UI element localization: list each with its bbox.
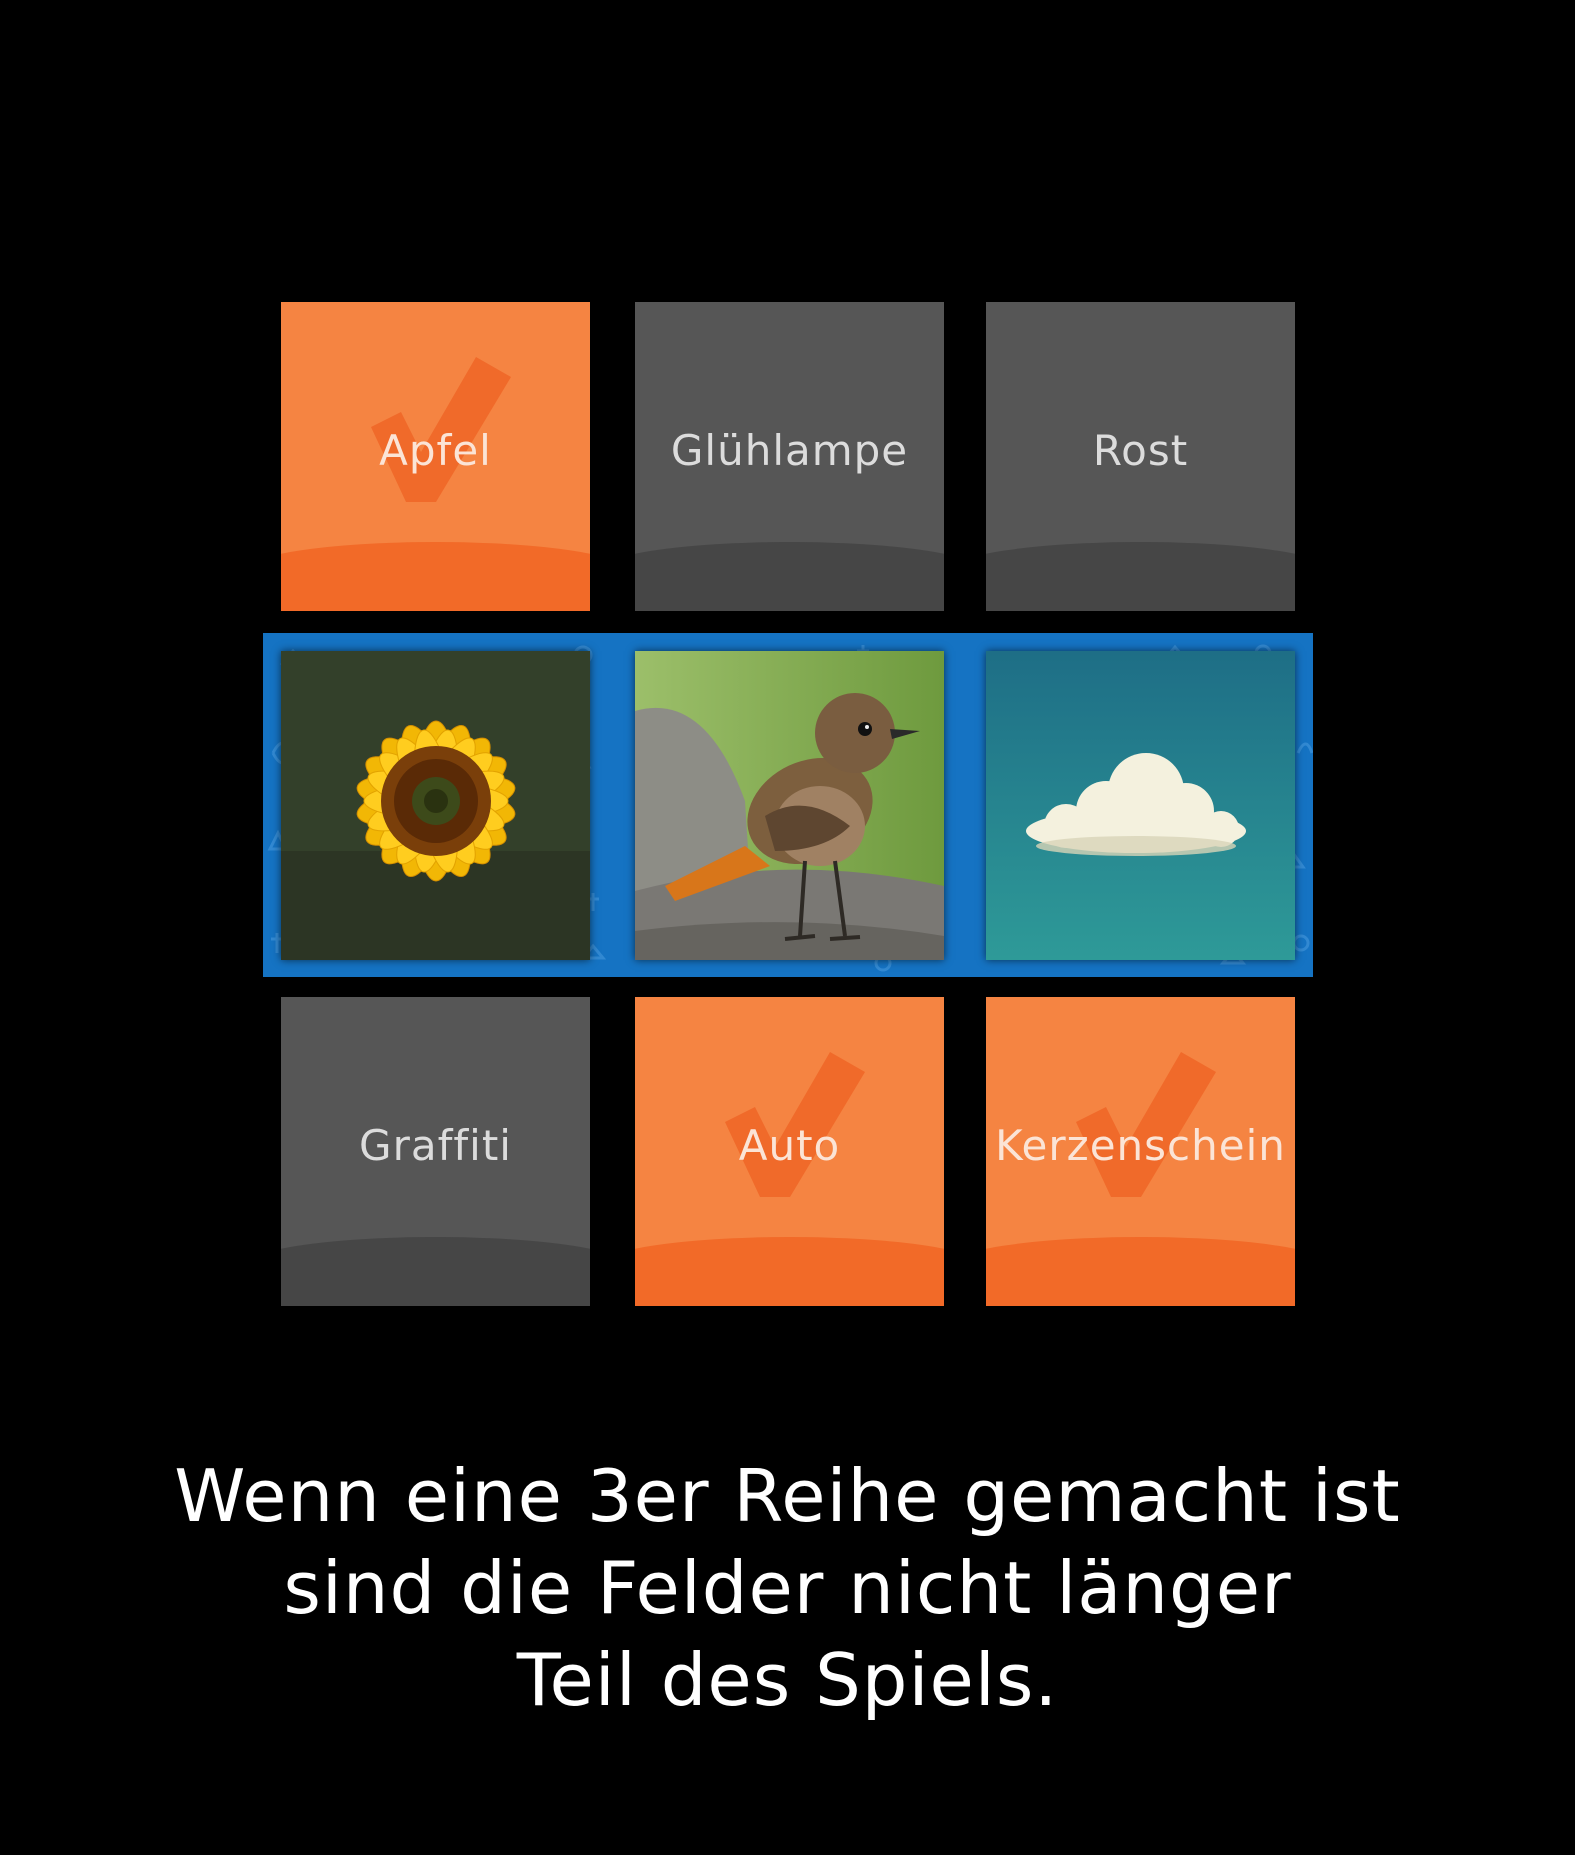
tile-auto[interactable]: Auto [635,997,944,1306]
caption-line-3: Teil des Spiels. [516,1638,1059,1722]
tile-label: Rost [1092,426,1189,475]
instruction-caption: Wenn eine 3er Reihe gemacht ist sind die… [0,1450,1575,1726]
completed-row-strip [263,633,1313,977]
tile-graffiti[interactable]: Graffiti [281,997,590,1306]
tile-gluehlampe[interactable]: Glühlampe [635,302,944,611]
tile-image-bird[interactable] [635,651,944,960]
caption-line-2: sind die Felder nicht länger [283,1546,1292,1630]
cloud-image [986,651,1295,960]
tile-apfel[interactable]: Apfel [281,302,590,611]
bird-image [635,651,944,960]
tile-image-cloud[interactable] [986,651,1295,960]
tile-label: Apfel [379,426,492,475]
tile-rost[interactable]: Rost [986,302,1295,611]
tile-label: Graffiti [359,1121,512,1170]
tile-label: Auto [738,1121,841,1170]
tile-label: Kerzenschein [995,1121,1286,1170]
tile-label: Glühlampe [670,426,909,475]
tile-kerzenschein[interactable]: Kerzenschein [986,997,1295,1306]
sunflower-image [281,651,590,960]
caption-line-1: Wenn eine 3er Reihe gemacht ist [174,1454,1401,1538]
tile-image-sunflower[interactable] [281,651,590,960]
